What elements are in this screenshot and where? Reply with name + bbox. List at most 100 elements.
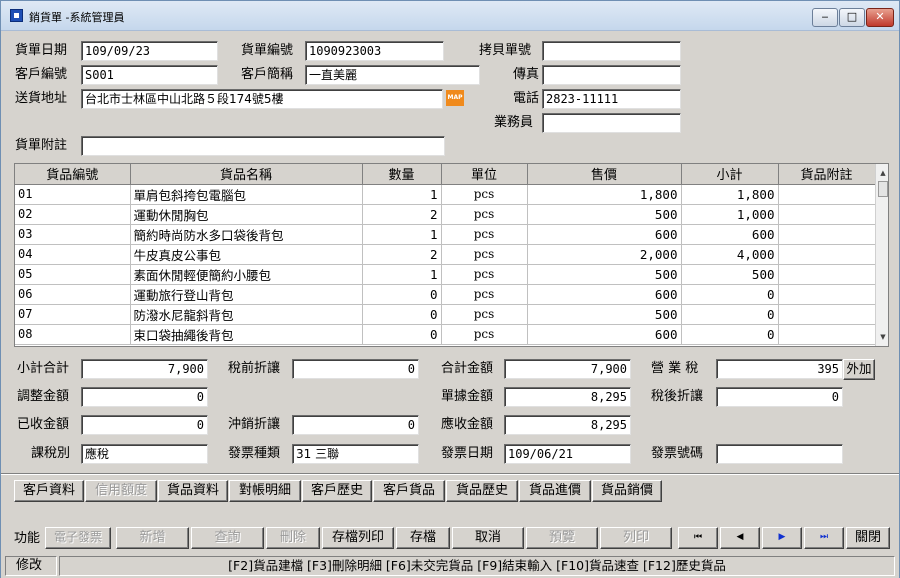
cell-code[interactable]: 01 [15, 184, 131, 205]
cell-qty[interactable]: 0 [362, 284, 442, 305]
cell-subtotal[interactable]: 0 [681, 324, 779, 345]
invoice-date-field[interactable]: 109/06/21 [504, 444, 631, 464]
cell-subtotal[interactable]: 0 [681, 304, 779, 325]
cell-note[interactable] [778, 204, 876, 225]
cell-subtotal[interactable]: 4,000 [681, 244, 779, 265]
cell-name[interactable]: 單肩包斜挎包電腦包 [130, 184, 363, 205]
cell-name[interactable]: 運動休閒胸包 [130, 204, 363, 225]
tab-credit-limit[interactable]: 信用額度 [85, 480, 157, 502]
cell-qty[interactable]: 2 [362, 244, 442, 265]
cell-qty[interactable]: 0 [362, 304, 442, 325]
cell-name[interactable]: 牛皮真皮公事包 [130, 244, 363, 265]
offset-discount-field[interactable]: 0 [292, 415, 419, 435]
col-header-name[interactable]: 貨品名稱 [130, 164, 363, 185]
scroll-down-icon[interactable]: ▼ [876, 330, 888, 344]
tax-mode-button[interactable]: 外加 [843, 359, 875, 380]
col-header-qty[interactable]: 數量 [362, 164, 442, 185]
cell-price[interactable]: 500 [527, 264, 682, 285]
cell-name[interactable]: 簡約時尚防水多口袋後背包 [130, 224, 363, 245]
tab-product-price[interactable]: 貨品銷價 [592, 480, 662, 502]
cell-subtotal[interactable]: 1,000 [681, 204, 779, 225]
col-header-code[interactable]: 貨品編號 [15, 164, 131, 185]
tab-customer-products[interactable]: 客戶貨品 [373, 480, 445, 502]
customer-name-field[interactable]: 一直美麗 [305, 65, 480, 85]
cell-code[interactable]: 06 [15, 284, 131, 305]
invoice-type-field[interactable]: 31 三聯 [292, 444, 419, 464]
col-header-subtotal[interactable]: 小計 [681, 164, 779, 185]
map-icon[interactable]: MAP [446, 90, 464, 106]
order-note-field[interactable] [81, 136, 445, 156]
cell-price[interactable]: 600 [527, 324, 682, 345]
scroll-thumb[interactable] [878, 181, 888, 197]
col-header-price[interactable]: 售價 [527, 164, 682, 185]
cell-subtotal[interactable]: 0 [681, 284, 779, 305]
posttax-discount-field[interactable]: 0 [716, 387, 843, 407]
cell-unit[interactable]: pcs [441, 324, 528, 345]
cell-price[interactable]: 500 [527, 204, 682, 225]
first-record-icon[interactable]: ⏮ [678, 527, 718, 549]
print-button[interactable]: 列印 [600, 527, 672, 549]
customer-no-field[interactable]: S001 [81, 65, 218, 85]
query-button[interactable]: 查詢 [191, 527, 264, 549]
cell-qty[interactable]: 0 [362, 324, 442, 345]
fax-field[interactable] [542, 65, 681, 85]
cell-code[interactable]: 07 [15, 304, 131, 325]
cell-price[interactable]: 2,000 [527, 244, 682, 265]
cell-note[interactable] [778, 324, 876, 345]
cell-code[interactable]: 05 [15, 264, 131, 285]
cell-unit[interactable]: pcs [441, 244, 528, 265]
cell-unit[interactable]: pcs [441, 284, 528, 305]
cell-name[interactable]: 防潑水尼龍斜背包 [130, 304, 363, 325]
table-row[interactable]: 02 運動休閒胸包 2 pcs 500 1,000 [15, 204, 876, 225]
cell-name[interactable]: 素面休閒輕便簡約小腰包 [130, 264, 363, 285]
bill-amount-field[interactable]: 8,295 [504, 387, 631, 407]
cell-unit[interactable]: pcs [441, 184, 528, 205]
cell-code[interactable]: 03 [15, 224, 131, 245]
tab-product-data[interactable]: 貨品資料 [158, 480, 228, 502]
e-invoice-button[interactable]: 電子發票 [45, 527, 111, 549]
grid-scrollbar[interactable]: ▲ ▼ [875, 164, 888, 346]
save-button[interactable]: 存檔 [396, 527, 450, 549]
cell-name[interactable]: 束口袋抽繩後背包 [130, 324, 363, 345]
tab-product-cost[interactable]: 貨品進價 [519, 480, 591, 502]
address-field[interactable]: 台北市士林區中山北路５段174號5樓 [81, 89, 443, 109]
table-row[interactable]: 07 防潑水尼龍斜背包 0 pcs 500 0 [15, 304, 876, 325]
cell-qty[interactable]: 1 [362, 184, 442, 205]
tab-product-history[interactable]: 貨品歷史 [446, 480, 518, 502]
copy-no-field[interactable] [542, 41, 681, 61]
tax-type-field[interactable]: 應稅 [81, 444, 208, 464]
cell-qty[interactable]: 1 [362, 264, 442, 285]
cell-unit[interactable]: pcs [441, 204, 528, 225]
table-row[interactable]: 01 單肩包斜挎包電腦包 1 pcs 1,800 1,800 [15, 184, 876, 205]
maximize-button[interactable]: □ [839, 8, 865, 27]
table-row[interactable]: 06 運動旅行登山背包 0 pcs 600 0 [15, 284, 876, 305]
tab-customer-history[interactable]: 客戶歷史 [302, 480, 372, 502]
cell-note[interactable] [778, 284, 876, 305]
delete-button[interactable]: 刪除 [266, 527, 320, 549]
col-header-note[interactable]: 貨品附註 [778, 164, 876, 185]
invoice-no-field[interactable] [716, 444, 843, 464]
add-button[interactable]: 新增 [116, 527, 189, 549]
receivable-amount-field[interactable]: 8,295 [504, 415, 631, 435]
last-record-icon[interactable]: ⏭ [804, 527, 844, 549]
cell-code[interactable]: 08 [15, 324, 131, 345]
cell-price[interactable]: 1,800 [527, 184, 682, 205]
phone-field[interactable]: 2823-11111 [542, 89, 681, 109]
cell-subtotal[interactable]: 500 [681, 264, 779, 285]
cell-unit[interactable]: pcs [441, 264, 528, 285]
close-window-button[interactable]: ✕ [866, 8, 894, 27]
minimize-button[interactable]: ‒ [812, 8, 838, 27]
cell-unit[interactable]: pcs [441, 224, 528, 245]
subtotal-sum-field[interactable]: 7,900 [81, 359, 208, 379]
close-button[interactable]: 關閉 [846, 527, 890, 549]
cell-price[interactable]: 600 [527, 284, 682, 305]
cell-price[interactable]: 500 [527, 304, 682, 325]
cell-note[interactable] [778, 224, 876, 245]
save-print-button[interactable]: 存檔列印 [322, 527, 394, 549]
received-amount-field[interactable]: 0 [81, 415, 208, 435]
prev-record-icon[interactable]: ◀ [720, 527, 760, 549]
col-header-unit[interactable]: 單位 [441, 164, 528, 185]
preview-button[interactable]: 預覽 [526, 527, 598, 549]
table-row[interactable]: 05 素面休閒輕便簡約小腰包 1 pcs 500 500 [15, 264, 876, 285]
scroll-up-icon[interactable]: ▲ [876, 166, 888, 180]
